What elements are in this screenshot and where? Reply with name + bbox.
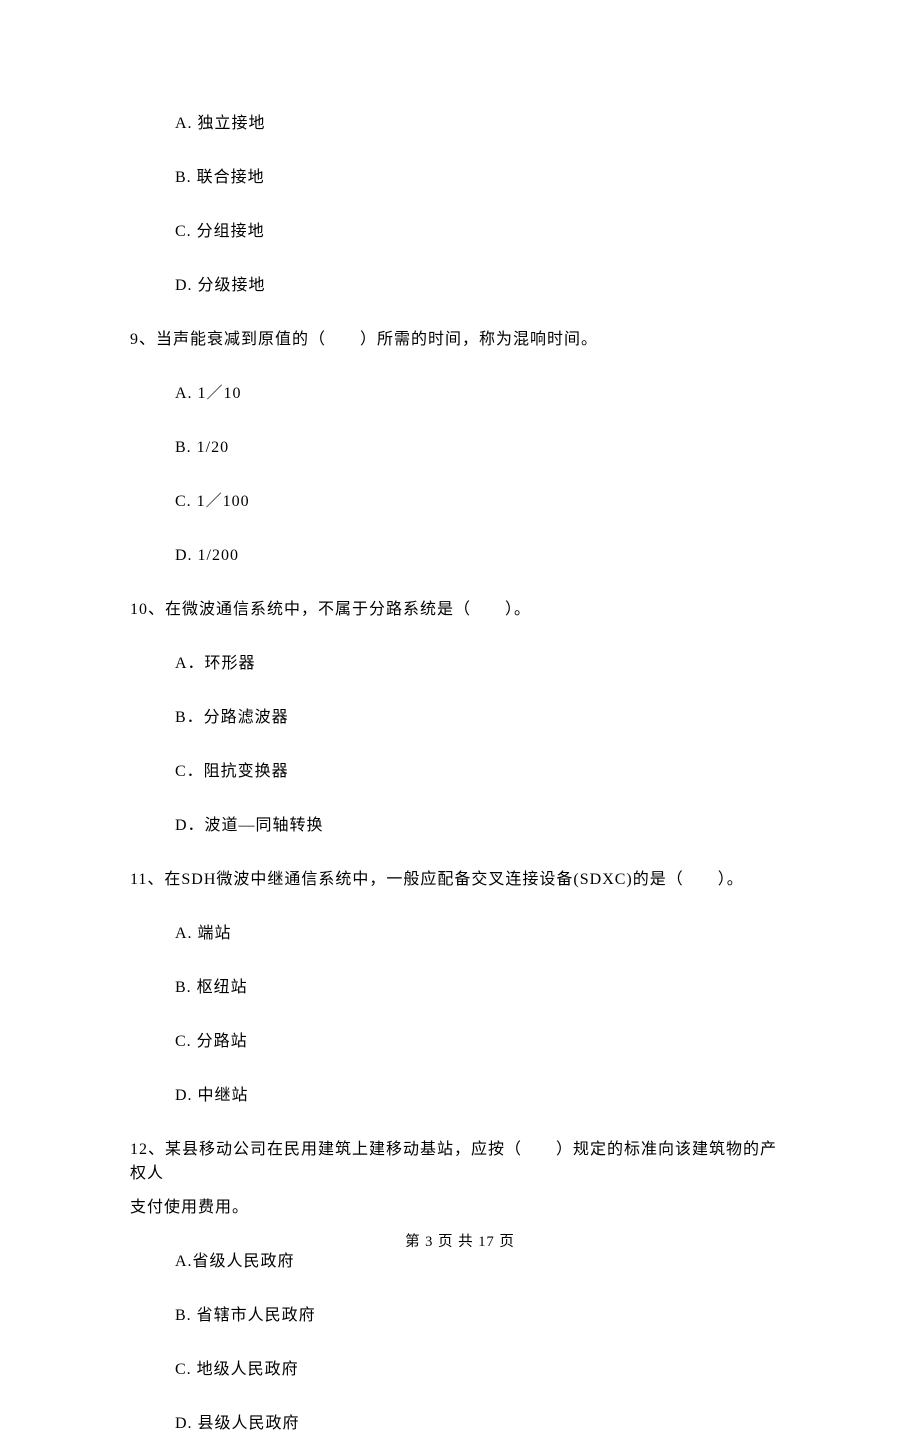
q8-option-d: D. 分级接地 — [130, 274, 790, 298]
q10-option-c: C．阻抗变换器 — [130, 760, 790, 784]
q10-option-d: D．波道—同轴转换 — [130, 814, 790, 838]
q10-option-a: A．环形器 — [130, 652, 790, 676]
q12-stem-line1: 12、某县移动公司在民用建筑上建移动基站，应按（ ）规定的标准向该建筑物的产权人 — [130, 1138, 790, 1186]
q12-stem-line2: 支付使用费用。 — [130, 1196, 790, 1220]
q10-option-b: B．分路滤波器 — [130, 706, 790, 730]
q10-stem: 10、在微波通信系统中，不属于分路系统是（ ）。 — [130, 598, 790, 622]
q11-option-a: A. 端站 — [130, 922, 790, 946]
q9-option-c: C. 1／100 — [130, 490, 790, 514]
q9-option-b: B. 1/20 — [130, 436, 790, 460]
q9-option-a: A. 1／10 — [130, 382, 790, 406]
q11-option-d: D. 中继站 — [130, 1084, 790, 1108]
document-page: A. 独立接地 B. 联合接地 C. 分组接地 D. 分级接地 9、当声能衰减到… — [0, 0, 920, 1302]
q11-option-b: B. 枢纽站 — [130, 976, 790, 1000]
q11-option-c: C. 分路站 — [130, 1030, 790, 1054]
q8-option-c: C. 分组接地 — [130, 220, 790, 244]
q9-stem: 9、当声能衰减到原值的（ ）所需的时间，称为混响时间。 — [130, 328, 790, 352]
q12-option-d: D. 县级人民政府 — [130, 1412, 790, 1436]
q8-option-b: B. 联合接地 — [130, 166, 790, 190]
q9-option-d: D. 1/200 — [130, 544, 790, 568]
page-footer: 第 3 页 共 17 页 — [0, 1232, 920, 1254]
q12-option-b: B. 省辖市人民政府 — [130, 1304, 790, 1328]
q12-option-c: C. 地级人民政府 — [130, 1358, 790, 1382]
q8-option-a: A. 独立接地 — [130, 112, 790, 136]
q11-stem: 11、在SDH微波中继通信系统中，一般应配备交叉连接设备(SDXC)的是（ ）。 — [130, 868, 790, 892]
